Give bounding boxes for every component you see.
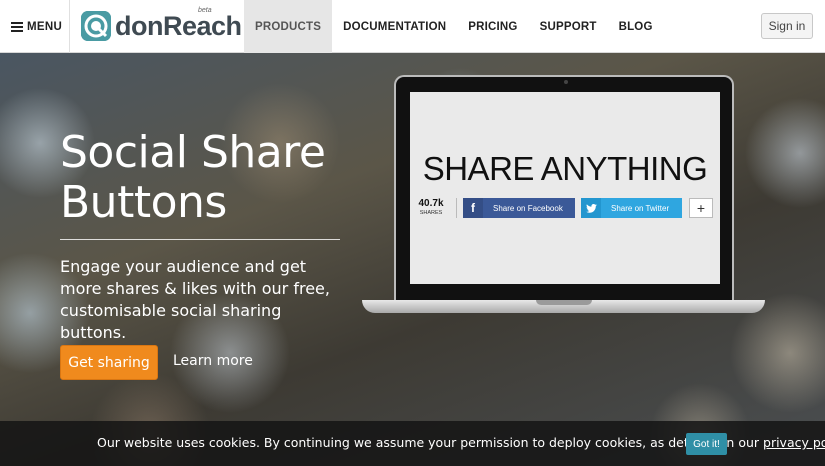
facebook-button-label: Share on Facebook bbox=[493, 203, 563, 213]
share-counter: 40.7k SHARES bbox=[416, 198, 446, 216]
nav-item-documentation[interactable]: DOCUMENTATION bbox=[332, 0, 457, 53]
twitter-button-label: Share on Twitter bbox=[611, 203, 670, 213]
share-twitter-button[interactable]: Share on Twitter bbox=[581, 198, 682, 218]
laptop-screen: SHARE ANYTHING 40.7k SHARES f Share on F… bbox=[410, 92, 720, 284]
learn-more-link[interactable]: Learn more bbox=[173, 353, 253, 369]
share-count-label: SHARES bbox=[419, 210, 443, 216]
facebook-icon: f bbox=[463, 198, 483, 218]
share-facebook-button[interactable]: f Share on Facebook bbox=[463, 198, 575, 218]
hamburger-icon bbox=[11, 21, 23, 32]
hero-divider bbox=[60, 239, 340, 240]
twitter-icon bbox=[581, 198, 601, 218]
cookie-message-text: Our website uses cookies. By continuing … bbox=[97, 435, 764, 450]
hero-title-line2: Buttons bbox=[60, 177, 227, 228]
beta-badge: beta bbox=[198, 7, 212, 14]
donreach-logo-icon bbox=[81, 11, 111, 41]
cookie-accept-button[interactable]: Got it! bbox=[686, 433, 727, 455]
more-share-button[interactable]: + bbox=[689, 198, 713, 218]
hero-subtitle: Engage your audience and get more shares… bbox=[60, 257, 330, 342]
laptop-illustration: SHARE ANYTHING 40.7k SHARES f Share on F… bbox=[394, 75, 734, 300]
laptop-camera bbox=[564, 80, 568, 84]
cookie-banner: Our website uses cookies. By continuing … bbox=[0, 421, 825, 466]
privacy-policy-link[interactable]: privacy policy bbox=[763, 435, 825, 450]
nav-item-products[interactable]: PRODUCTS bbox=[244, 0, 333, 53]
hero-title: Social Share Buttons bbox=[60, 128, 360, 228]
nav-item-pricing[interactable]: PRICING bbox=[457, 0, 528, 53]
get-sharing-button[interactable]: Get sharing bbox=[60, 345, 158, 380]
share-separator bbox=[456, 198, 457, 218]
logo[interactable]: donReach beta bbox=[81, 7, 242, 43]
hero-title-line1: Social Share bbox=[60, 127, 326, 178]
sign-in-button[interactable]: Sign in bbox=[761, 13, 813, 39]
share-headline: SHARE ANYTHING bbox=[422, 150, 708, 187]
top-navbar: MENU donReach beta PRODUCTS DOCUMENTATIO… bbox=[0, 0, 825, 53]
nav-item-support[interactable]: SUPPORT bbox=[529, 0, 608, 53]
share-count-value: 40.7k bbox=[418, 198, 444, 209]
main-nav: PRODUCTS DOCUMENTATION PRICING SUPPORT B… bbox=[244, 0, 664, 53]
menu-button[interactable]: MENU bbox=[0, 0, 70, 53]
nav-item-blog[interactable]: BLOG bbox=[608, 0, 664, 53]
laptop-notch bbox=[536, 300, 592, 305]
menu-label: MENU bbox=[27, 20, 63, 33]
logo-text: donReach bbox=[115, 10, 242, 41]
